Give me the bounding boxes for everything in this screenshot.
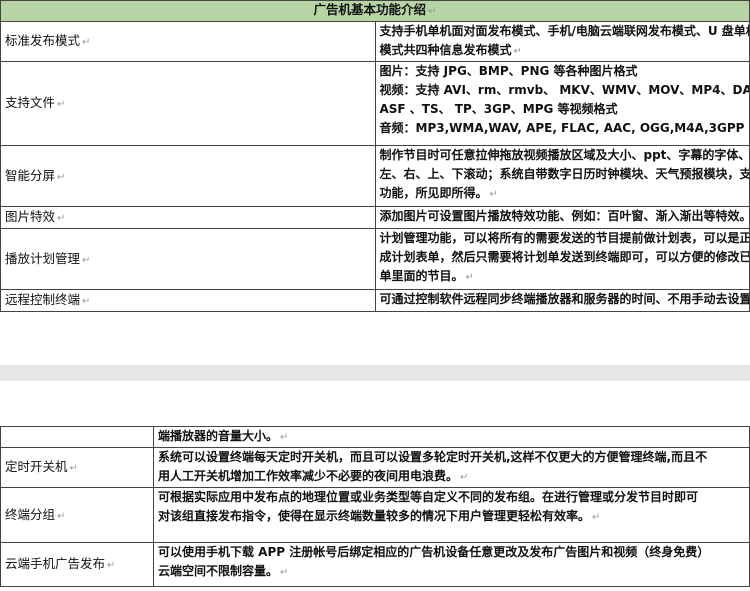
description-line: 可通过控制软件远程同步终端播放器和服务器的时间、不用手动去设置时间。可通过控制软… (379, 292, 750, 306)
description-line: 模式共四种信息发布模式 ↵ (379, 43, 522, 57)
description-line: ASF 、TS、 TP、3GP、MPG 等视频格式 (379, 102, 618, 116)
feature-description: 系统可以设置终端每天定时开关机，而且可以设置多轮定时开关机,这样不仅更大的方便管… (153, 447, 750, 488)
description-line: 计划管理功能，可以将所有的需要发送的节目提前做计划表，可以是正常计划、周期计划。… (379, 231, 750, 245)
feature-description: 添加图片可设置图片播放特效功能、例如：百叶窗、渐入渐出等特效。↵ (374, 206, 750, 229)
feature-description: 计划管理功能，可以将所有的需要发送的节目提前做计划表，可以是正常计划、周期计划。… (374, 228, 750, 290)
feature-row: 定时开关机 ↵ 系统可以设置终端每天定时开关机，而且可以设置多轮定时开关机,这样不仅… (0, 447, 750, 488)
feature-row: 标准发布模式↵支持手机单机面对面发布模式、手机/电脑云端联网发布模式、U 盘单机… (0, 21, 750, 62)
description-line: 添加图片可设置图片播放特效功能、例如：百叶窗、渐入渐出等特效。↵ (379, 209, 750, 223)
feature-row: 端播放器的音量大小。 ↵ (0, 426, 750, 448)
description-line: 图片：支持 JPG、BMP、PNG 等各种图片格式 (379, 64, 638, 78)
feature-description: 可通过控制软件远程同步终端播放器和服务器的时间、不用手动去设置时间。可通过控制软… (374, 289, 750, 312)
feature-name: 图片特效 ↵ (0, 206, 376, 229)
feature-row: 支持文件 ↵ 图片：支持 JPG、BMP、PNG 等各种图片格式视频：支持 AVI、… (0, 61, 750, 146)
feature-table-top: 广告机基本功能介绍 ↵ 标准发布模式 ↵ 支持手机单机面对面发布模式、手机/电脑云端联… (0, 0, 750, 312)
feature-name: 终端分组 ↵ (0, 487, 154, 543)
feature-description: 端播放器的音量大小。 ↵ (153, 426, 750, 448)
feature-name: 定时开关机 ↵ (0, 447, 154, 488)
description-line: 可根据实际应用中发布点的地理位置或业务类型等自定义不同的发布组。在进行管理或分发… (158, 490, 699, 504)
description-line: 单里面的节目。 ↵ (379, 269, 474, 283)
description-line: 端播放器的音量大小。 ↵ (158, 429, 289, 443)
feature-table-bottom: 端播放器的音量大小。 ↵ 定时开关机 ↵ 系统可以设置终端每天定时开关机，而且可以设置多… (0, 426, 750, 587)
table-title-row: 广告机基本功能介绍 ↵ (0, 0, 750, 22)
feature-description: 图片：支持 JPG、BMP、PNG 等各种图片格式视频：支持 AVI、rm、rm… (374, 61, 750, 146)
feature-description: 制作节目时可任意拉伸拖放视频播放区域及大小、ppt、字幕的字体、字号、字色、背景… (374, 145, 750, 207)
description-line: 视频：支持 AVI、rm、rmvb、 MKV、WMV、MOV、MP4、DAT、P… (379, 83, 750, 97)
feature-row: 智能分屏↵制作节目时可任意拉伸拖放视频播放区域及大小、ppt、字幕的字体、字号、… (0, 145, 750, 207)
feature-name: 远程控制终端 ↵ (0, 289, 376, 312)
table-title: 广告机基本功能介绍 ↵ (0, 0, 750, 22)
description-line: 制作节目时可任意拉伸拖放视频播放区域及大小、ppt、字幕的字体、字号、字色、背景… (379, 148, 750, 162)
feature-row: 终端分组 ↵ 可根据实际应用中发布点的地理位置或业务类型等自定义不同的发布组。在进行… (0, 487, 750, 543)
feature-description: 可以使用手机下载 APP 注册帐号后绑定相应的广告机设备任意更改及发布广告图片和… (153, 542, 750, 587)
table-page-2: 端播放器的音量大小。 ↵ 定时开关机 ↵ 系统可以设置终端每天定时开关机，而且可以设置多… (0, 426, 750, 587)
feature-name: 标准发布模式 ↵ (0, 21, 376, 62)
page-break-band (0, 365, 750, 381)
table-page-1: 广告机基本功能介绍 ↵ 标准发布模式 ↵ 支持手机单机面对面发布模式、手机/电脑云端联… (0, 0, 750, 312)
feature-row: 播放计划管理↵计划管理功能，可以将所有的需要发送的节目提前做计划表，可以是正常计… (0, 228, 750, 290)
description-line: 左、右、上、下滚动；系统自带数字日历时钟模块、天气预报模块，支持自行设计制作模板… (379, 167, 750, 181)
description-line: 对该组直接发布指令，使得在显示终端数量较多的情况下用户管理更轻松有效率。 ↵ (158, 509, 601, 523)
description-line: 系统可以设置终端每天定时开关机，而且可以设置多轮定时开关机,这样不仅更大的方便管… (158, 450, 708, 464)
feature-name: 智能分屏 ↵ (0, 145, 376, 207)
description-line: 用人工开关机增加工作效率减少不必要的夜间用电浪费。 ↵ (158, 469, 469, 483)
feature-name: 支持文件 ↵ (0, 61, 376, 146)
feature-row: 图片特效↵添加图片可设置图片播放特效功能、例如：百叶窗、渐入渐出等特效。↵ (0, 206, 750, 229)
feature-description: 支持手机单机面对面发布模式、手机/电脑云端联网发布模式、U 盘单机发布模式、电脑… (374, 21, 750, 62)
description-line: 成计划表单，然后只需要将计划单发送到终端即可，可以方便的修改已经存在的计划表，更… (379, 250, 750, 264)
description-line: 音频：MP3,WMA,WAV, APE, FLAC, AAC, OGG,M4A,… (379, 121, 750, 135)
feature-name (0, 426, 154, 448)
feature-description: 可根据实际应用中发布点的地理位置或业务类型等自定义不同的发布组。在进行管理或分发… (153, 487, 750, 543)
feature-name: 播放计划管理 ↵ (0, 228, 376, 290)
feature-name: 云端手机广告发布 ↵ (0, 542, 154, 587)
description-line: 功能，所见即所得。 ↵ (379, 186, 498, 200)
feature-row: 云端手机广告发布 ↵ 可以使用手机下载 APP 注册帐号后绑定相应的广告机设备任意更… (0, 542, 750, 587)
description-line: 云端空间不限制容量。 ↵ (158, 564, 289, 578)
description-line: 支持手机单机面对面发布模式、手机/电脑云端联网发布模式、U 盘单机发布模式、电脑… (379, 24, 749, 38)
feature-row: 远程控制终端↵可通过控制软件远程同步终端播放器和服务器的时间、不用手动去设置时间… (0, 289, 750, 312)
description-line: 可以使用手机下载 APP 注册帐号后绑定相应的广告机设备任意更改及发布广告图片和… (158, 545, 710, 559)
